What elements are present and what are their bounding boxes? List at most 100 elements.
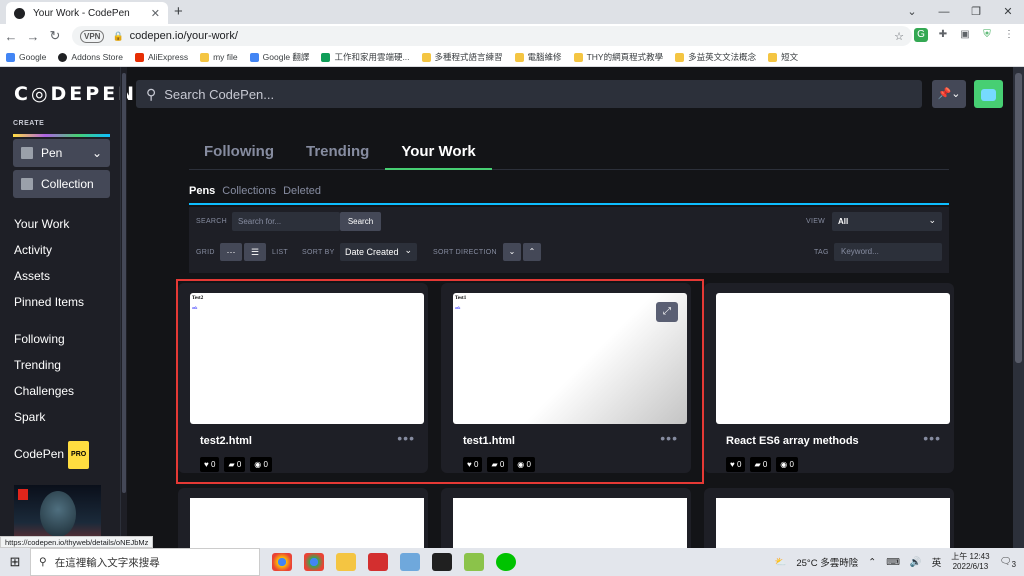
back-button[interactable]: ← [0,29,22,44]
tab-following[interactable]: Following [189,137,290,170]
sort-value: Date Created [345,247,399,257]
browser-tab[interactable]: Your Work - CodePen ✕ [6,2,168,24]
bookmark-item[interactable]: 工作和家用雲端硬... [321,51,410,63]
weather-icon[interactable]: ⛅ [775,557,787,568]
pen-card-partial[interactable] [704,488,954,548]
extension-icon[interactable]: G [914,28,928,42]
close-window-button[interactable]: ✕ [992,0,1024,24]
file-explorer-icon[interactable] [336,553,356,571]
views-button[interactable]: ◉ 0 [776,457,798,472]
like-button[interactable]: ♥ 0 [726,457,746,472]
menu-icon[interactable]: ⋮ [1002,28,1016,42]
bookmark-item[interactable]: 短文 [768,51,798,63]
ime-indicator[interactable]: 英 [932,555,942,569]
taskbar-search[interactable]: ⚲ 在這裡輸入文字來搜尋 [30,548,260,576]
sidebar-codepen-pro[interactable]: CodePen PRO [14,441,90,469]
filter-search-button[interactable]: Search [340,212,381,231]
search-bar[interactable]: ⚲ Search CodePen... [136,80,922,108]
shield-icon[interactable]: ⛨ [980,28,994,42]
sidebar-item-assets[interactable]: Assets [14,263,84,289]
new-collection-button[interactable]: Collection [13,170,110,198]
pen-preview[interactable] [453,498,687,548]
bookmark-item[interactable]: 電腦維修 [514,51,562,63]
sort-by-select[interactable]: Date Created ⌄ [340,243,417,261]
sidebar-item-challenges[interactable]: Challenges [14,378,74,404]
tray-chevron-icon[interactable]: ⌃ [868,557,876,568]
minimize-button[interactable]: — [928,0,960,24]
subtab-deleted[interactable]: Deleted [283,185,321,203]
pin-menu-button[interactable]: 📌⌄ [932,80,966,108]
reload-button[interactable]: ↻ [44,28,66,44]
pen-preview[interactable] [190,498,424,548]
subtab-pens[interactable]: Pens [189,185,215,203]
new-pen-button[interactable]: Pen ⌄ [13,139,110,167]
chevron-down-icon[interactable]: ⌄ [92,146,102,160]
bookmark-item[interactable]: AliExpress [134,52,188,62]
page-scrollbar[interactable] [1013,67,1024,548]
weather-text[interactable]: 25°C 多雲時陰 [796,555,858,569]
windows-start-icon[interactable]: ⊞ [0,554,30,570]
tab-your-work[interactable]: Your Work [385,137,492,170]
notepad-app-icon[interactable] [464,553,484,571]
pen-card[interactable]: React ES6 array methods ••• ♥ 0 ▰ 0 ◉ 0 [704,283,954,473]
pen-card-partial[interactable] [441,488,691,548]
subtab-collections[interactable]: Collections [222,185,276,203]
sidepanel-icon[interactable]: ▣ [958,28,972,42]
grid-view-icon[interactable]: ⋯ [220,243,242,261]
sidebar-item-trending[interactable]: Trending [14,352,74,378]
bookmark-item[interactable]: Addons Store [58,52,123,62]
tab-search-icon[interactable]: ⌄ [896,0,928,24]
gift-app-icon[interactable] [368,553,388,571]
url-text: codepen.io/your-work/ [129,30,238,42]
volume-icon[interactable]: 🔊 [910,557,922,568]
addons-icon [58,52,68,62]
sidebar-scroll-thumb[interactable] [122,73,126,493]
avatar[interactable] [974,80,1003,108]
bookmark-item[interactable]: THY的網頁程式教學 [573,51,663,63]
lock-icon[interactable]: 🔒 [112,31,123,42]
sort-desc-icon[interactable]: ⌄ [503,243,521,261]
pen-preview[interactable] [716,293,950,424]
sidebar-item-activity[interactable]: Activity [14,237,84,263]
codepen-logo[interactable]: C◎DEPEN [14,83,137,105]
new-tab-button[interactable]: + [174,3,183,20]
comment-button[interactable]: ▰ 0 [750,457,772,472]
view-select[interactable]: All ⌄ [832,212,942,231]
pen-title[interactable]: React ES6 array methods [726,435,859,447]
page-scroll-thumb[interactable] [1015,73,1022,363]
list-view-icon[interactable]: ☰ [244,243,266,261]
chrome-app-icon[interactable] [304,553,324,571]
line-app-icon[interactable] [496,553,516,571]
more-options-icon[interactable]: ••• [923,430,941,446]
bookmark-item[interactable]: my file [200,52,238,62]
bookmark-item[interactable]: 多益英文文法概念 [675,51,756,63]
notification-icon[interactable]: 🗨3 [1000,556,1016,569]
bookmark-item[interactable]: 多種程式語言練習 [421,51,503,63]
pen-preview[interactable] [716,498,950,548]
paint-app-icon[interactable] [400,553,420,571]
clock[interactable]: 上午 12:43 2022/6/13 [951,552,989,572]
address-bar[interactable]: VPN 🔒 codepen.io/your-work/ ☆ [72,26,912,46]
sort-asc-icon[interactable]: ⌃ [523,243,541,261]
vpn-badge[interactable]: VPN [80,29,105,43]
bookmark-star-icon[interactable]: ☆ [894,30,904,43]
sidebar-item-following[interactable]: Following [14,326,74,352]
terminal-app-icon[interactable] [432,553,452,571]
sidebar-scrollbar[interactable] [120,67,127,548]
puzzle-icon[interactable]: ✚ [936,28,950,42]
chrome-app-icon[interactable] [272,553,292,571]
pen-card-partial[interactable] [178,488,428,548]
filter-search-input[interactable]: Search for... [232,212,340,231]
close-tab-icon[interactable]: ✕ [151,7,160,20]
bookmark-item[interactable]: Google 翻譯 [249,51,309,63]
network-icon[interactable]: ⌨ [886,557,900,568]
sidebar-item-spark[interactable]: Spark [14,404,74,430]
sidebar-item-your-work[interactable]: Your Work [14,211,84,237]
maximize-button[interactable]: ❐ [960,0,992,24]
sidebar-item-pinned-items[interactable]: Pinned Items [14,289,84,315]
search-icon: ⚲ [39,556,47,568]
bookmark-item[interactable]: Google [6,52,46,62]
tab-trending[interactable]: Trending [290,137,385,170]
forward-button[interactable]: → [22,29,44,44]
tag-input[interactable]: Keyword... [834,243,942,261]
